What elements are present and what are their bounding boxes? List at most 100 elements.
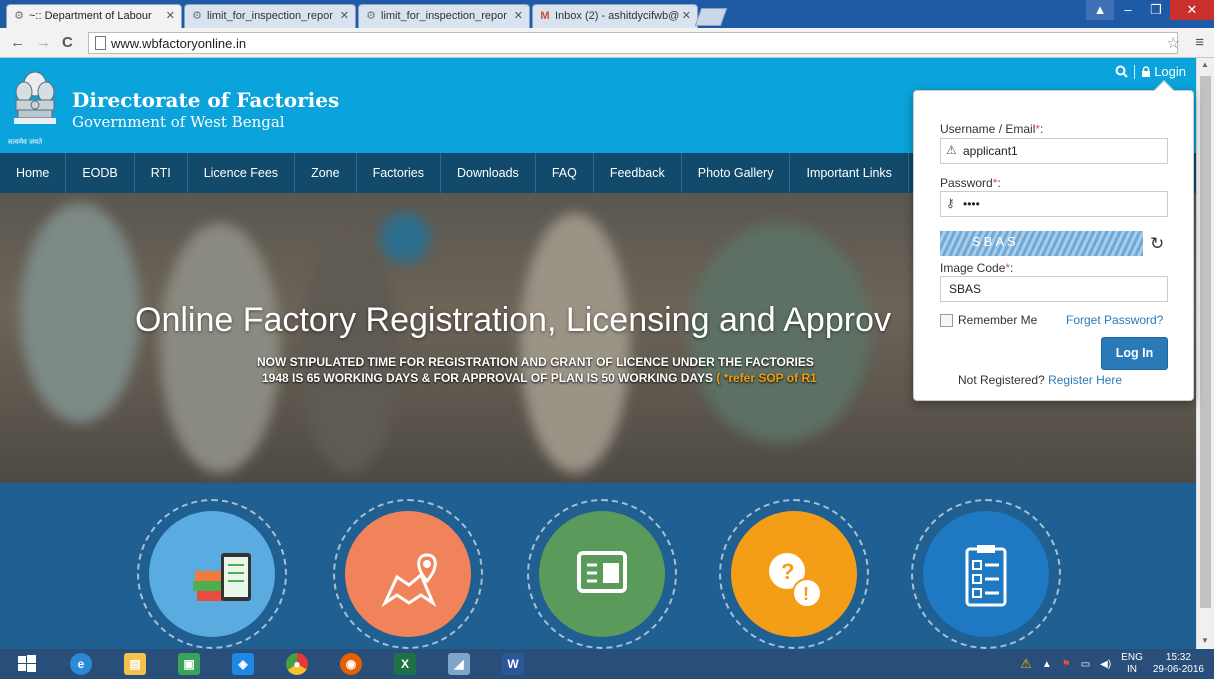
clock[interactable]: 15:32 29-06-2016 bbox=[1153, 652, 1204, 676]
nav-faq[interactable]: FAQ bbox=[536, 153, 594, 193]
action-center-flag-icon[interactable]: ⚑ bbox=[1062, 659, 1071, 670]
svg-text:!: ! bbox=[803, 584, 809, 604]
password-label: Password*: bbox=[940, 176, 1001, 190]
volume-icon[interactable]: ◀) bbox=[1100, 659, 1111, 670]
gmail-icon: M bbox=[540, 10, 550, 22]
nav-photo-gallery[interactable]: Photo Gallery bbox=[682, 153, 791, 193]
id-card-circle bbox=[539, 511, 665, 637]
taskbar-app-generic[interactable]: ◢ bbox=[432, 649, 486, 679]
folder-icon: ▤ bbox=[124, 653, 146, 675]
network-icon[interactable]: ▭ bbox=[1081, 659, 1090, 670]
firefox-icon: ◉ bbox=[340, 653, 362, 675]
user-profile-icon[interactable]: ▲ bbox=[1086, 0, 1114, 20]
screen: ⚙ ~:: Department of Labour ✕ ⚙ limit_for… bbox=[0, 0, 1214, 679]
nav-home[interactable]: Home bbox=[0, 153, 67, 193]
tab-department-of-labour[interactable]: ⚙ ~:: Department of Labour ✕ bbox=[6, 4, 182, 28]
hero-background-shape bbox=[520, 213, 630, 473]
page-scrollbar[interactable]: ▲ ▼ bbox=[1196, 58, 1214, 649]
user-icon: ⚠ bbox=[946, 143, 957, 157]
hero-title: Online Factory Registration, Licensing a… bbox=[135, 301, 891, 339]
image-code-input[interactable]: SBAS bbox=[940, 276, 1168, 302]
forget-password-link[interactable]: Forget Password? bbox=[1066, 313, 1163, 327]
excel-icon: X bbox=[394, 653, 416, 675]
scroll-thumb[interactable] bbox=[1200, 76, 1211, 608]
maximize-button[interactable]: ❐ bbox=[1142, 0, 1170, 20]
nav-important-links[interactable]: Important Links bbox=[790, 153, 909, 193]
quick-links-section: ? ! bbox=[0, 483, 1196, 649]
close-tab-icon[interactable]: ✕ bbox=[514, 9, 523, 22]
taskbar-internet-explorer[interactable]: e bbox=[54, 649, 108, 679]
refresh-captcha-icon[interactable]: ↻ bbox=[1150, 234, 1164, 254]
new-tab-button[interactable] bbox=[694, 8, 728, 26]
emblem-caption: सत्यमेव जयते bbox=[8, 139, 43, 146]
start-button[interactable] bbox=[0, 649, 54, 679]
log-in-button[interactable]: Log In bbox=[1101, 337, 1168, 370]
url-input[interactable]: www.wbfactoryonline.in bbox=[88, 32, 1178, 54]
page-favicon-icon: ⚙ bbox=[192, 10, 202, 22]
id-card-link[interactable] bbox=[527, 499, 677, 649]
windows-taskbar: e ▤ ▣ ◈ ● ◉ X ◢ W ⚠ ▲ ⚑ ▭ ◀) ENG IN 15:3… bbox=[0, 649, 1214, 679]
sop-reference-link[interactable]: ( *refer SOP of R1 bbox=[716, 371, 816, 385]
nav-licence-fees[interactable]: Licence Fees bbox=[188, 153, 296, 193]
site-title: Directorate of Factories bbox=[72, 88, 340, 112]
windows-logo-icon bbox=[18, 655, 36, 672]
language-indicator[interactable]: ENG IN bbox=[1121, 652, 1143, 676]
username-input[interactable]: ⚠ applicant1 bbox=[940, 138, 1168, 164]
remember-me-checkbox[interactable] bbox=[940, 314, 953, 327]
taskbar-firefox[interactable]: ◉ bbox=[324, 649, 378, 679]
close-tab-icon[interactable]: ✕ bbox=[682, 9, 691, 22]
minimize-button[interactable]: – bbox=[1114, 0, 1142, 20]
taskbar-store[interactable]: ▣ bbox=[162, 649, 216, 679]
bookmark-star-icon[interactable]: ☆ bbox=[1167, 34, 1180, 52]
taskbar-file-explorer[interactable]: ▤ bbox=[108, 649, 162, 679]
id-card-icon bbox=[577, 551, 627, 593]
tab-limit-inspection-2[interactable]: ⚙ limit_for_inspection_repor ✕ bbox=[358, 4, 530, 28]
forward-arrow-icon[interactable]: → bbox=[36, 34, 51, 51]
books-link[interactable] bbox=[137, 499, 287, 649]
taskbar-excel[interactable]: X bbox=[378, 649, 432, 679]
nav-eodb[interactable]: EODB bbox=[66, 153, 135, 193]
media-app-icon: ◈ bbox=[232, 653, 254, 675]
nav-feedback[interactable]: Feedback bbox=[594, 153, 682, 193]
nav-factories[interactable]: Factories bbox=[357, 153, 441, 193]
back-arrow-icon[interactable]: ← bbox=[10, 34, 25, 51]
remember-me-label: Remember Me bbox=[958, 313, 1038, 327]
address-bar-row: ← → C www.wbfactoryonline.in ☆ ≡ bbox=[0, 28, 1214, 58]
checklist-link[interactable] bbox=[911, 499, 1061, 649]
scroll-up-icon[interactable]: ▲ bbox=[1201, 60, 1209, 69]
taskbar-word[interactable]: W bbox=[486, 649, 540, 679]
close-window-button[interactable]: ✕ bbox=[1170, 0, 1214, 20]
tab-gmail-inbox[interactable]: M Inbox (2) - ashitdycifwb@ ✕ bbox=[532, 4, 698, 28]
register-here-link[interactable]: Register Here bbox=[1048, 373, 1122, 387]
chrome-menu-icon[interactable]: ≡ bbox=[1195, 34, 1204, 51]
store-bag-icon: ▣ bbox=[178, 653, 200, 675]
faq-circle: ? ! bbox=[731, 511, 857, 637]
system-tray: ⚠ ▲ ⚑ ▭ ◀) ENG IN 15:32 29-06-2016 bbox=[1020, 649, 1204, 679]
password-input[interactable]: ⚷ •••• bbox=[940, 191, 1168, 217]
tab-limit-inspection-1[interactable]: ⚙ limit_for_inspection_repor ✕ bbox=[184, 4, 356, 28]
faq-link[interactable]: ? ! bbox=[719, 499, 869, 649]
close-tab-icon[interactable]: ✕ bbox=[166, 9, 175, 22]
map-link[interactable] bbox=[333, 499, 483, 649]
hero-notice-line-1: NOW STIPULATED TIME FOR REGISTRATION AND… bbox=[257, 355, 814, 369]
login-link[interactable]: Login bbox=[1141, 64, 1186, 79]
login-dropdown: Username / Email*: ⚠ applicant1 Password… bbox=[913, 80, 1194, 401]
image-code-label: Image Code*: bbox=[940, 261, 1014, 275]
notification-warning-icon[interactable]: ⚠ bbox=[1020, 656, 1032, 672]
map-circle bbox=[345, 511, 471, 637]
reload-icon[interactable]: C bbox=[62, 34, 73, 51]
search-icon[interactable] bbox=[1115, 65, 1128, 78]
taskbar-chrome[interactable]: ● bbox=[270, 649, 324, 679]
divider bbox=[1134, 64, 1136, 79]
header-actions: Login bbox=[1115, 64, 1186, 79]
nav-rti[interactable]: RTI bbox=[135, 153, 188, 193]
taskbar-media[interactable]: ◈ bbox=[216, 649, 270, 679]
word-icon: W bbox=[502, 653, 524, 675]
close-tab-icon[interactable]: ✕ bbox=[340, 9, 349, 22]
tray-expand-icon[interactable]: ▲ bbox=[1042, 659, 1052, 670]
hero-notice-line-2: 1948 IS 65 WORKING DAYS & FOR APPROVAL O… bbox=[262, 371, 817, 385]
nav-zone[interactable]: Zone bbox=[295, 153, 357, 193]
scroll-down-icon[interactable]: ▼ bbox=[1201, 636, 1209, 645]
chrome-icon: ● bbox=[286, 653, 308, 675]
nav-downloads[interactable]: Downloads bbox=[441, 153, 536, 193]
